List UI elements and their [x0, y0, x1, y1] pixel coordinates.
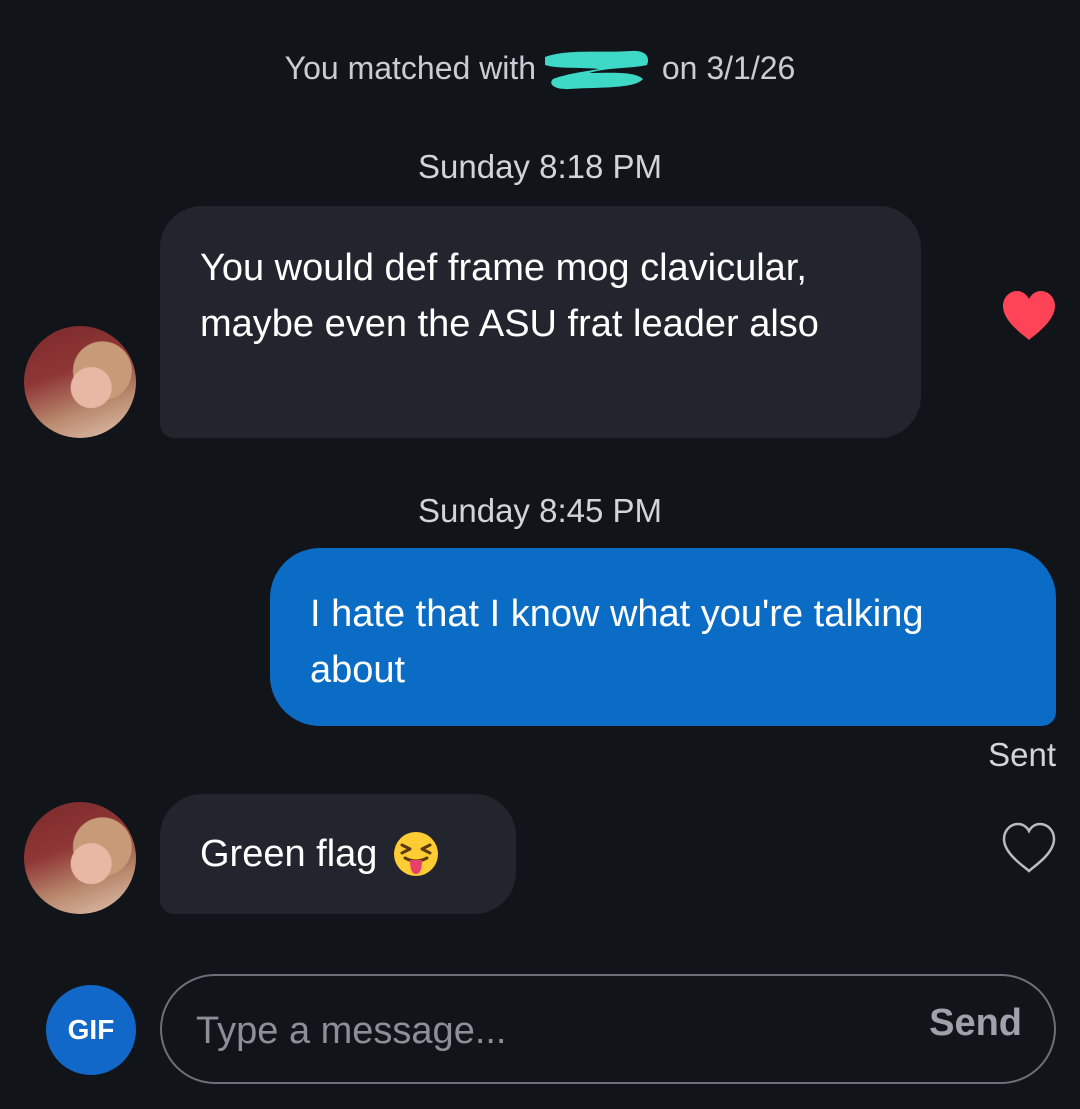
match-banner: You matched with on 3/1/26 [0, 50, 1080, 89]
message-composer: Send [160, 974, 1056, 1084]
squinting-face-with-tongue-icon [394, 832, 439, 876]
incoming-message-bubble[interactable]: Green flag [160, 794, 516, 914]
avatar[interactable] [24, 326, 136, 438]
match-banner-suffix: on 3/1/26 [652, 50, 796, 86]
avatar[interactable] [24, 802, 136, 914]
outgoing-message-bubble[interactable]: I hate that I know what you're talking a… [270, 548, 1056, 726]
send-button[interactable]: Send [929, 1002, 1022, 1045]
chat-screen: You matched with on 3/1/26 Sunday 8:18 P… [0, 0, 1080, 1109]
message-timestamp: Sunday 8:45 PM [418, 492, 662, 529]
message-text: Green flag [200, 833, 378, 875]
heart-outline-icon[interactable] [1001, 822, 1057, 874]
message-input[interactable] [194, 994, 878, 1068]
delivery-status: Sent [988, 736, 1056, 773]
incoming-message-bubble[interactable]: You would def frame mog clavicular, mayb… [160, 206, 921, 438]
message-text: I hate that I know what you're talking a… [310, 593, 924, 691]
heart-filled-icon[interactable] [1001, 290, 1057, 342]
gif-button[interactable]: GIF [46, 985, 136, 1075]
message-text: You would def frame mog clavicular, mayb… [200, 247, 819, 345]
message-timestamp: Sunday 8:18 PM [418, 148, 662, 185]
match-banner-prefix: You matched with [284, 50, 545, 86]
